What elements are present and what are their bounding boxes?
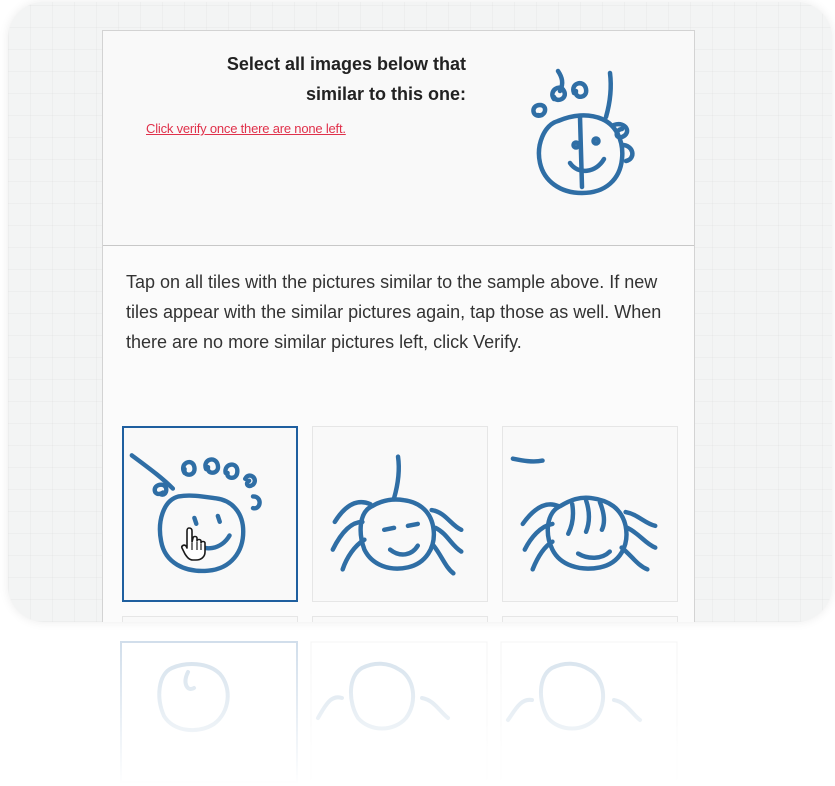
hand-pointer-icon — [181, 527, 206, 561]
captcha-header: Select all images below that similar to … — [103, 31, 694, 246]
captcha-title-line2: similar to this one: — [305, 84, 466, 104]
curly-face-image — [129, 453, 262, 574]
tile-5[interactable] — [312, 616, 488, 622]
messy-hair-face-image — [330, 454, 464, 576]
tile-4[interactable] — [122, 616, 298, 622]
tile-grid — [122, 426, 682, 622]
sample-image — [531, 68, 635, 196]
wavy-hair-face-image — [510, 456, 658, 572]
instructions-text: Tap on all tiles with the pictures simil… — [126, 272, 662, 352]
tile-1[interactable] — [122, 426, 298, 602]
reflection — [8, 628, 832, 786]
tile-6[interactable] — [502, 616, 678, 622]
captcha-title: Select all images below that similar to … — [227, 49, 466, 109]
tile-3[interactable] — [502, 426, 678, 602]
captcha-title-line1: Select all images below that — [226, 54, 466, 74]
verify-hint-link[interactable]: Click verify once there are none left. — [146, 121, 346, 136]
tile-2[interactable] — [312, 426, 488, 602]
reflection-fade — [8, 628, 832, 786]
